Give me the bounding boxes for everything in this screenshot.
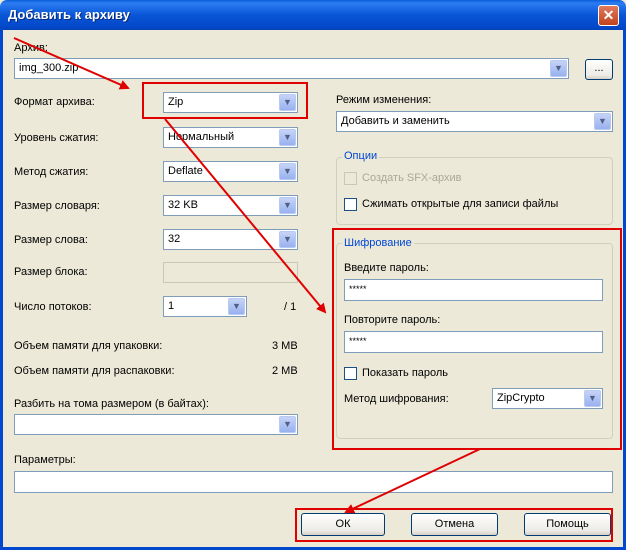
annotation-arrows [13,37,481,514]
arrow-to-encryption [164,118,327,314]
arrow-to-format [13,37,130,90]
arrow-to-ok [344,448,481,514]
